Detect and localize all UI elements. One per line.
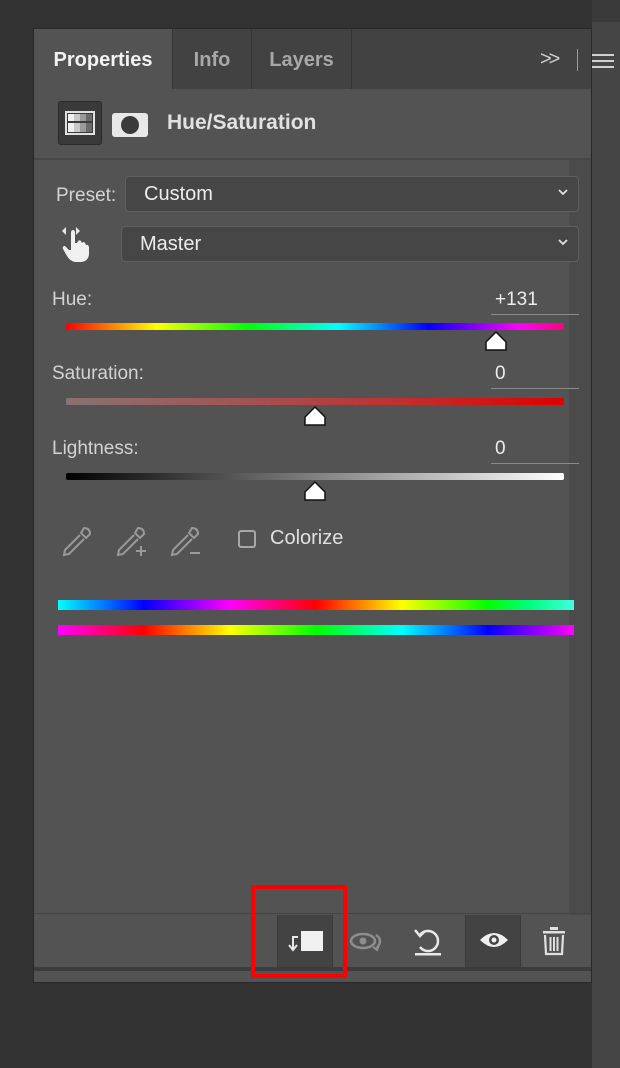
right-panel-strip — [592, 0, 620, 1068]
layer-mask-icon[interactable] — [112, 113, 148, 137]
tab-info[interactable]: Info — [173, 29, 252, 89]
input-color-spectrum — [58, 600, 574, 610]
channel-value: Master — [140, 233, 202, 255]
properties-panel: Properties Info Layers >> Hue/Saturation… — [33, 28, 614, 983]
reset-button[interactable] — [400, 915, 456, 967]
hamburger-menu-icon[interactable] — [592, 53, 614, 69]
hue-slider-track[interactable] — [66, 323, 564, 330]
colorize-checkbox[interactable] — [238, 530, 256, 548]
saturation-slider-thumb[interactable] — [303, 405, 327, 427]
eyedropper-add-icon[interactable] — [114, 525, 148, 559]
view-previous-state-icon — [349, 932, 382, 952]
tab-properties[interactable]: Properties — [34, 29, 173, 89]
adjustment-title: Hue/Saturation — [167, 111, 317, 134]
trash-icon — [543, 927, 565, 956]
chevron-down-icon — [558, 239, 568, 246]
collapse-panels-button[interactable]: >> — [540, 29, 560, 89]
lightness-slider-track[interactable] — [66, 473, 564, 480]
header-divider — [34, 158, 591, 160]
hue-label: Hue: — [52, 289, 93, 310]
reset-icon — [414, 929, 441, 956]
lightness-label: Lightness: — [52, 438, 139, 459]
saturation-label: Saturation: — [52, 363, 144, 384]
delete-button[interactable] — [526, 915, 582, 967]
preset-label: Preset: — [56, 185, 117, 206]
preset-dropdown[interactable]: Custom — [125, 176, 579, 212]
view-previous-state-button[interactable] — [340, 915, 396, 967]
hue-value-field[interactable]: +131 — [491, 287, 579, 315]
toggle-visibility-button[interactable] — [465, 915, 521, 967]
preset-value: Custom — [144, 183, 213, 205]
targeted-adjustment-hand-icon[interactable] — [58, 225, 94, 265]
saturation-value-field[interactable]: 0 — [491, 361, 579, 389]
eyedropper-subtract-icon[interactable] — [168, 525, 202, 559]
highlight-box — [251, 885, 347, 978]
channel-dropdown[interactable]: Master — [121, 226, 579, 262]
panel-tab-bar: Properties Info Layers >> — [34, 29, 614, 89]
hue-saturation-adjustment-icon[interactable] — [58, 101, 102, 145]
right-panel-strip-top — [592, 0, 620, 22]
chevron-down-icon — [558, 189, 568, 196]
colorize-label[interactable]: Colorize — [270, 527, 343, 550]
lightness-value-field[interactable]: 0 — [491, 436, 579, 464]
scrollbar-track[interactable] — [569, 160, 591, 915]
hue-slider-thumb[interactable] — [484, 330, 508, 352]
lightness-slider-thumb[interactable] — [303, 480, 327, 502]
visibility-eye-icon — [480, 933, 508, 947]
tab-menu-divider — [577, 49, 578, 71]
tab-layers[interactable]: Layers — [252, 29, 352, 89]
output-color-spectrum — [58, 625, 574, 635]
eyedropper-icon[interactable] — [60, 525, 94, 559]
saturation-slider-track[interactable] — [66, 398, 564, 405]
